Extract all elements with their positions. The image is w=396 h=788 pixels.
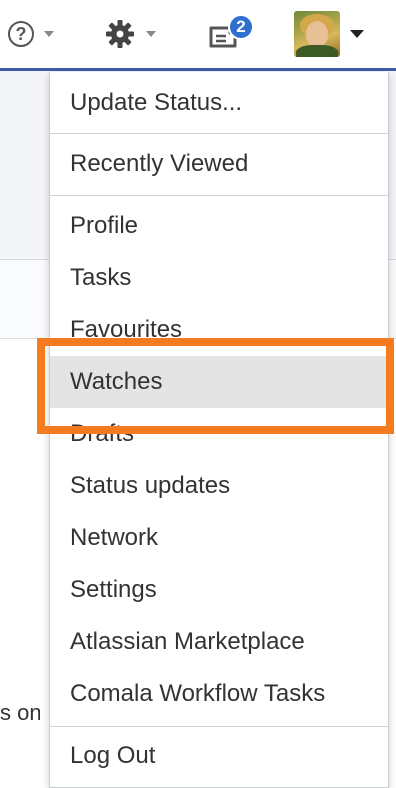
help-circle-icon: ? [8, 21, 34, 47]
menu-separator [50, 726, 388, 727]
chevron-down-icon [44, 31, 54, 37]
menu-item-comala-workflow-tasks[interactable]: Comala Workflow Tasks [50, 668, 388, 720]
notifications-button[interactable]: 2 [208, 10, 254, 58]
menu-item-recently-viewed[interactable]: Recently Viewed [50, 138, 388, 190]
profile-menu-button[interactable] [294, 10, 364, 58]
chevron-down-icon [350, 30, 364, 38]
menu-item-favourites[interactable]: Favourites [50, 304, 388, 356]
menu-item-atlassian-marketplace[interactable]: Atlassian Marketplace [50, 616, 388, 668]
top-navigation-bar: ? 2 [0, 0, 396, 68]
gear-icon [106, 20, 134, 48]
user-profile-dropdown: Update Status... Recently Viewed Profile… [49, 72, 389, 788]
background-partial-text: s on [0, 700, 40, 725]
menu-item-watches[interactable]: Watches [50, 356, 388, 408]
chevron-down-icon [146, 31, 156, 37]
avatar-face [306, 21, 328, 47]
avatar [294, 11, 340, 57]
menu-item-status-updates[interactable]: Status updates [50, 460, 388, 512]
help-menu-button[interactable]: ? [8, 10, 54, 58]
avatar-shoulders [296, 45, 338, 57]
page: s on ? 2 Update Status... Recently Viewe… [0, 0, 396, 788]
menu-item-tasks[interactable]: Tasks [50, 252, 388, 304]
menu-item-settings[interactable]: Settings [50, 564, 388, 616]
menu-separator [50, 195, 388, 196]
notifications-icon-wrap: 2 [208, 14, 254, 54]
menu-item-update-status[interactable]: Update Status... [50, 77, 388, 129]
menu-item-network[interactable]: Network [50, 512, 388, 564]
notification-count-badge: 2 [228, 14, 254, 40]
menu-item-profile[interactable]: Profile [50, 200, 388, 252]
menu-item-log-out[interactable]: Log Out [50, 730, 388, 782]
settings-menu-button[interactable] [104, 10, 156, 58]
menu-separator [50, 133, 388, 134]
menu-item-drafts[interactable]: Drafts [50, 408, 388, 460]
